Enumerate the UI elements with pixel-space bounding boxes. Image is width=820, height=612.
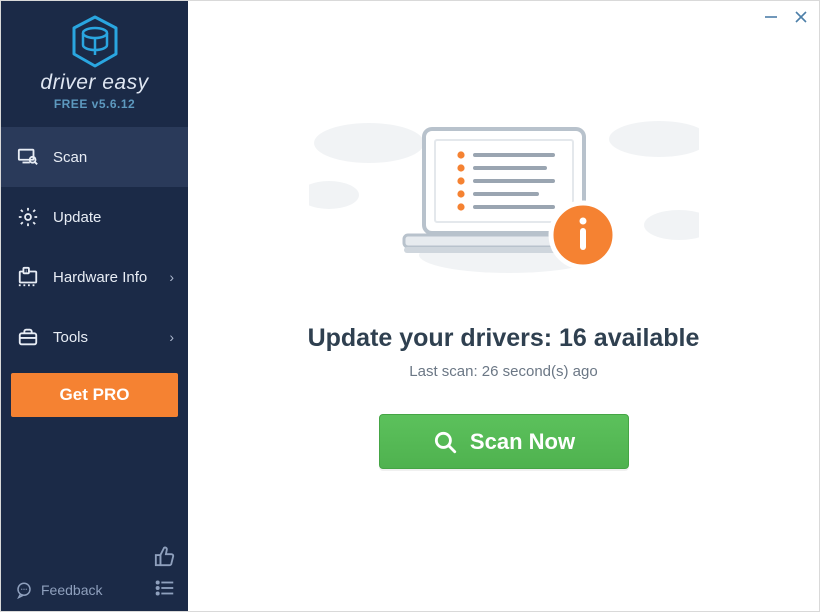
last-scan-text: Last scan: 26 second(s) ago: [188, 363, 819, 380]
hardware-info-icon: i: [17, 266, 39, 288]
nav: Scan Update i Hardware Info ›: [1, 127, 188, 367]
get-pro-button[interactable]: Get PRO: [11, 373, 178, 417]
app-logo-icon: [71, 15, 119, 69]
feedback-button[interactable]: Feedback: [15, 581, 102, 599]
sidebar-bottom: Feedback: [1, 543, 188, 611]
main-panel: Update your drivers: 16 available Last s…: [188, 1, 819, 611]
headline-text: Update your drivers: 16 available: [188, 324, 819, 353]
get-pro-label: Get PRO: [60, 385, 130, 405]
app-window: driver easy FREE v5.6.12 Scan Update: [0, 0, 820, 612]
chevron-right-icon: ›: [169, 269, 174, 285]
chevron-right-icon: ›: [169, 329, 174, 345]
magnifier-icon: [432, 429, 458, 455]
chat-icon: [15, 581, 33, 599]
close-button[interactable]: [793, 9, 809, 25]
list-menu-icon[interactable]: [154, 577, 176, 599]
scan-now-label: Scan Now: [470, 429, 575, 455]
nav-item-scan[interactable]: Scan: [1, 127, 188, 187]
nav-item-tools[interactable]: Tools ›: [1, 307, 188, 367]
hero-illustration: [369, 123, 639, 288]
monitor-search-icon: [17, 146, 39, 168]
sidebar: driver easy FREE v5.6.12 Scan Update: [1, 1, 188, 611]
laptop-icon: [369, 123, 639, 283]
minimize-button[interactable]: [763, 9, 779, 25]
window-controls: [763, 9, 809, 25]
scan-now-button[interactable]: Scan Now: [379, 414, 629, 469]
headline: Update your drivers: 16 available: [188, 324, 819, 353]
nav-item-hardware-info[interactable]: i Hardware Info ›: [1, 247, 188, 307]
logo-block: driver easy FREE v5.6.12: [1, 1, 188, 121]
toolbox-icon: [17, 326, 39, 348]
version-label: FREE v5.6.12: [1, 97, 188, 111]
brand-name: driver easy: [1, 71, 188, 95]
thumbs-up-icon[interactable]: [154, 545, 176, 567]
nav-label: Scan: [53, 149, 87, 166]
gear-icon: [17, 206, 39, 228]
nav-label: Tools: [53, 329, 88, 346]
nav-item-update[interactable]: Update: [1, 187, 188, 247]
nav-label: Update: [53, 209, 101, 226]
nav-label: Hardware Info: [53, 269, 147, 286]
svg-text:i: i: [26, 268, 27, 273]
feedback-label: Feedback: [41, 582, 102, 598]
